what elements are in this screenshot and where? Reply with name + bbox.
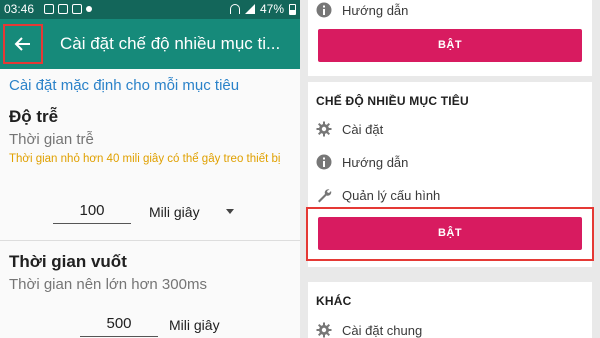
menu-item-general-settings[interactable]: Cài đặt chung xyxy=(316,320,422,338)
status-time: 03:46 xyxy=(4,2,35,16)
divider xyxy=(0,240,300,241)
battery-icon xyxy=(289,3,296,15)
signal-icon xyxy=(244,4,255,14)
menu-item-guide[interactable]: Hướng dẫn xyxy=(316,0,408,20)
image-icon xyxy=(58,4,68,14)
swipe-input[interactable]: 500 xyxy=(80,313,158,337)
page-title: Cài đặt chế độ nhiều mục ti... xyxy=(60,34,281,53)
back-button[interactable] xyxy=(3,24,43,64)
delay-unit-select[interactable]: Mili giây xyxy=(149,204,200,220)
wrench-icon xyxy=(318,189,332,203)
delay-warning: Thời gian nhỏ hơn 40 mili giây có thể gâ… xyxy=(9,153,281,165)
info-icon xyxy=(316,2,332,18)
settings-screen: 03:46 47% Cài đặt chế độ nhiều mục ti...… xyxy=(0,0,300,338)
wifi-icon xyxy=(229,4,240,14)
info-icon xyxy=(316,154,332,170)
menu-item-label: Cài đặt xyxy=(342,121,384,137)
dot-icon xyxy=(86,6,92,12)
battery-percent: 47% xyxy=(259,2,284,16)
delay-input[interactable]: 100 xyxy=(53,200,131,224)
swipe-subtitle: Thời gian nên lớn hơn 300ms xyxy=(9,276,207,293)
delay-subtitle: Thời gian trễ xyxy=(9,131,94,148)
menu-item-label: Cài đặt chung xyxy=(342,322,423,338)
highlight-box xyxy=(306,207,594,261)
menu-item-label: Hướng dẫn xyxy=(342,154,409,170)
card-header: KHÁC xyxy=(316,294,352,308)
menu-item-label: Quản lý cấu hình xyxy=(342,187,441,203)
enable-button[interactable]: BẬT xyxy=(318,29,582,62)
status-indicators: 47% xyxy=(229,2,296,16)
app-bar: Cài đặt chế độ nhiều mục ti... xyxy=(0,19,300,69)
menu-item-label: Hướng dẫn xyxy=(342,2,409,18)
menu-item-guide[interactable]: Hướng dẫn xyxy=(316,152,408,172)
gear-icon xyxy=(316,322,332,338)
status-bar: 03:46 47% xyxy=(0,0,300,19)
gear-icon xyxy=(316,121,332,137)
mail-icon xyxy=(72,4,82,14)
notification-icon xyxy=(44,4,54,14)
main-menu: Hướng dẫn BẬT CHẾ ĐỘ NHIỀU MỤC TIÊU Cài … xyxy=(300,0,600,338)
delay-title: Độ trễ xyxy=(9,107,59,126)
swipe-unit-label: Mili giây xyxy=(169,317,220,333)
card-header: CHẾ ĐỘ NHIỀU MỤC TIÊU xyxy=(316,94,469,108)
notification-icons xyxy=(44,4,92,14)
section-default-settings: Cài đặt mặc định cho mỗi mục tiêu xyxy=(9,77,240,94)
arrow-left-icon xyxy=(14,37,30,51)
menu-item-settings[interactable]: Cài đặt xyxy=(316,119,383,139)
card-other: KHÁC Cài đặt chung xyxy=(308,282,592,338)
card-single-target: Hướng dẫn BẬT xyxy=(308,0,592,76)
chevron-down-icon[interactable] xyxy=(226,209,234,214)
swipe-title: Thời gian vuốt xyxy=(9,252,127,271)
menu-item-config-manager[interactable]: Quản lý cấu hình xyxy=(316,185,440,205)
